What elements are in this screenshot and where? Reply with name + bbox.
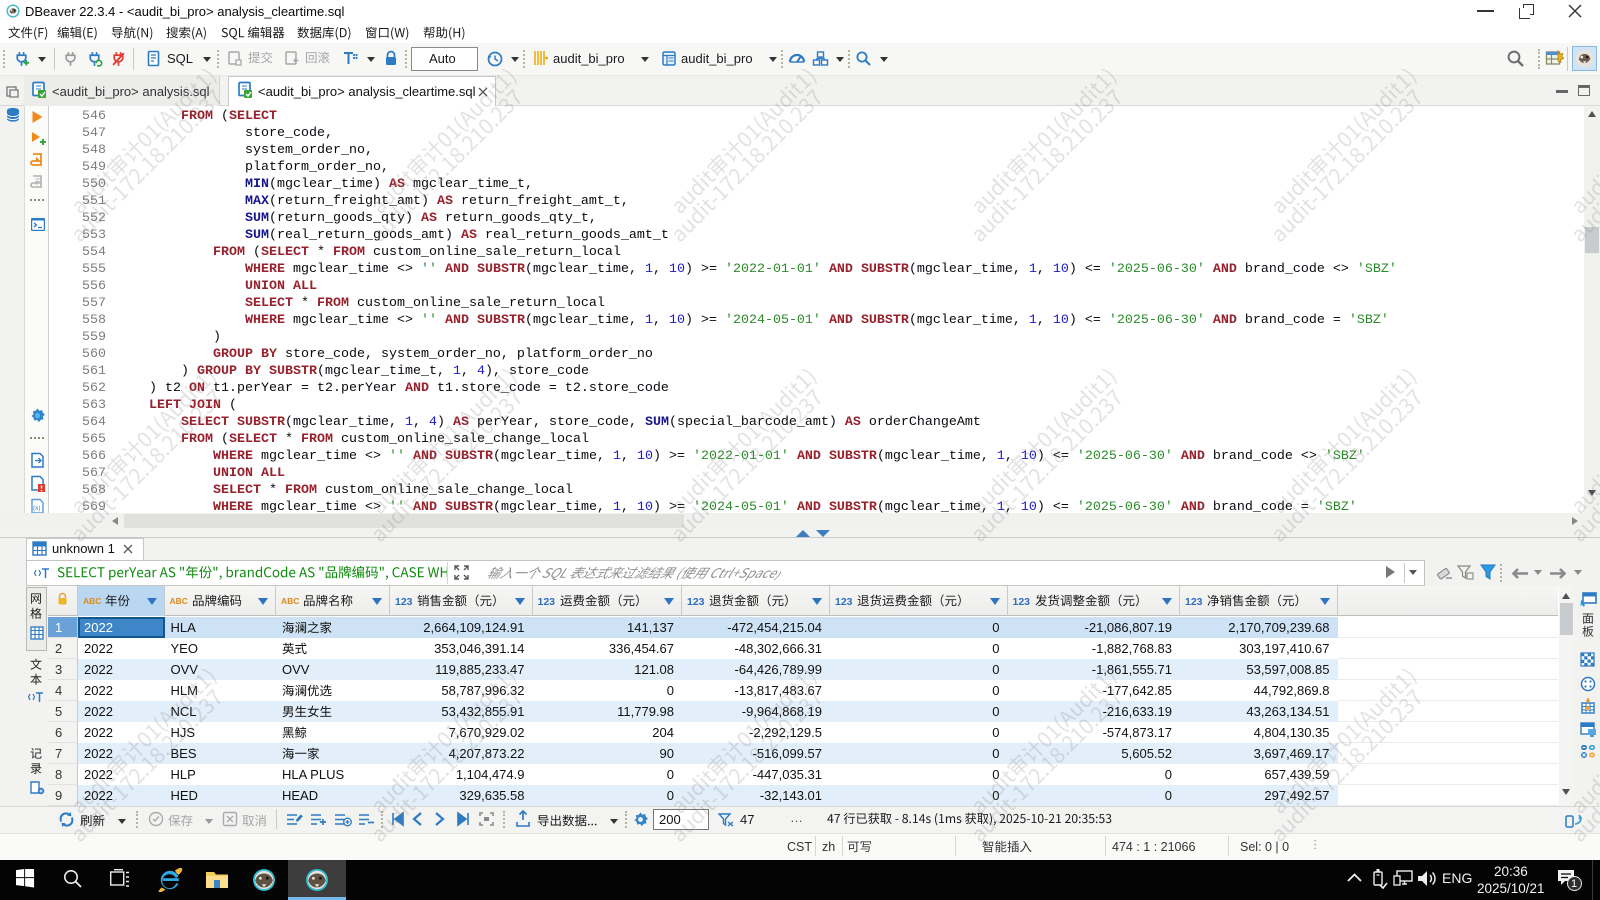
svg-text:(x): (x) [33,505,41,512]
